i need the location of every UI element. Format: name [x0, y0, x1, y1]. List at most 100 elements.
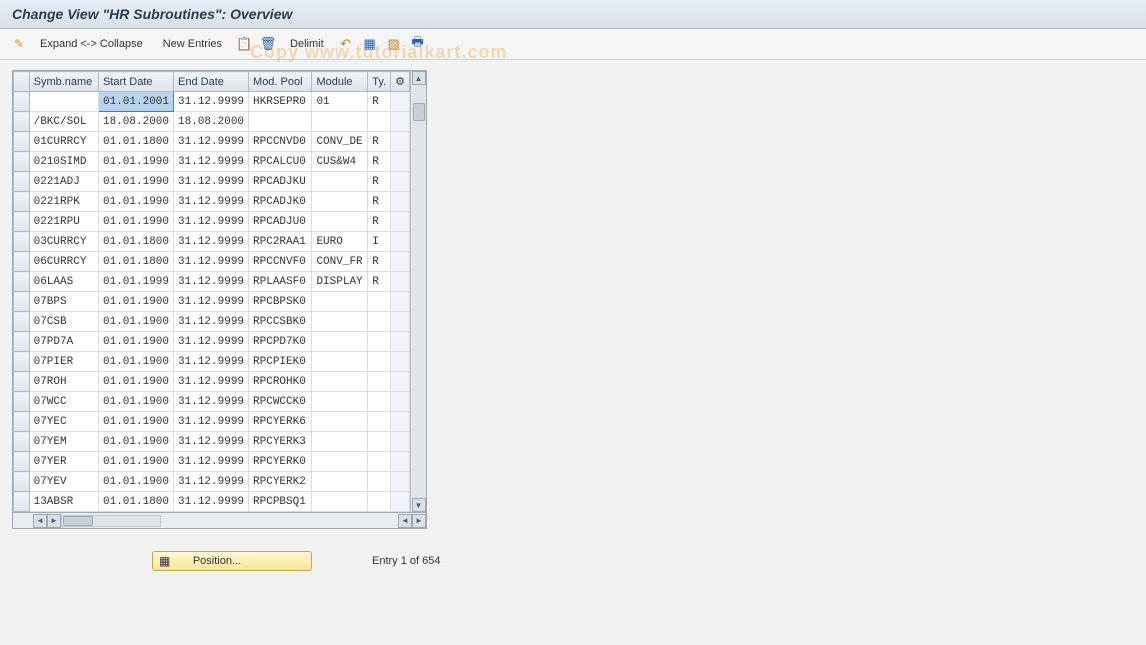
hscroll-track[interactable] — [61, 515, 161, 527]
row-selector[interactable] — [14, 352, 30, 372]
table-row[interactable]: 07WCC01.01.190031.12.9999RPCWCCK0 — [14, 392, 410, 412]
cell-type[interactable] — [368, 472, 391, 492]
vscroll-track[interactable] — [412, 85, 426, 498]
cell-end[interactable]: 31.12.9999 — [174, 272, 249, 292]
cell-mod-pool[interactable]: RPCADJKU — [249, 172, 312, 192]
deselect-all-icon[interactable]: ▧ — [384, 35, 404, 53]
cell-module[interactable] — [312, 372, 368, 392]
cell-module[interactable] — [312, 492, 368, 512]
cell-mod-pool[interactable]: RPCADJK0 — [249, 192, 312, 212]
cell-mod-pool[interactable]: HKRSEPR0 — [249, 92, 312, 112]
cell-start[interactable]: 01.01.1800 — [99, 132, 174, 152]
cell-type[interactable]: R — [368, 152, 391, 172]
cell-symb[interactable]: 07PIER — [29, 352, 98, 372]
table-row[interactable]: 07ROH01.01.190031.12.9999RPCROHK0 — [14, 372, 410, 392]
cell-symb[interactable]: 07YER — [29, 452, 98, 472]
cell-end[interactable]: 31.12.9999 — [174, 312, 249, 332]
cell-type[interactable] — [368, 312, 391, 332]
cell-module[interactable]: DISPLAY — [312, 272, 368, 292]
cell-mod-pool[interactable]: RPCCSBK0 — [249, 312, 312, 332]
row-selector[interactable] — [14, 492, 30, 512]
cell-mod-pool[interactable]: RPCYERK6 — [249, 412, 312, 432]
delete-icon[interactable]: 🗑 — [258, 35, 278, 53]
cell-type[interactable]: R — [368, 272, 391, 292]
table-row[interactable]: 06LAAS01.01.199931.12.9999RPLAASF0DISPLA… — [14, 272, 410, 292]
cell-end[interactable]: 31.12.9999 — [174, 132, 249, 152]
cell-mod-pool[interactable]: RPCROHK0 — [249, 372, 312, 392]
row-selector[interactable] — [14, 432, 30, 452]
cell-module[interactable] — [312, 192, 368, 212]
row-selector[interactable] — [14, 132, 30, 152]
cell-module[interactable] — [312, 332, 368, 352]
cell-mod-pool[interactable] — [249, 112, 312, 132]
cell-symb[interactable]: 07YEC — [29, 412, 98, 432]
cell-end[interactable]: 31.12.9999 — [174, 92, 249, 112]
cell-module[interactable] — [312, 472, 368, 492]
table-row[interactable]: /BKC/SOL18.08.200018.08.2000 — [14, 112, 410, 132]
cell-end[interactable]: 31.12.9999 — [174, 212, 249, 232]
table-row[interactable]: 07YEV01.01.190031.12.9999RPCYERK2 — [14, 472, 410, 492]
row-selector[interactable] — [14, 172, 30, 192]
row-selector[interactable] — [14, 252, 30, 272]
cell-module[interactable] — [312, 312, 368, 332]
row-selector[interactable] — [14, 152, 30, 172]
cell-end[interactable]: 31.12.9999 — [174, 232, 249, 252]
cell-end[interactable]: 31.12.9999 — [174, 492, 249, 512]
cell-start[interactable]: 01.01.1999 — [99, 272, 174, 292]
column-header-end[interactable]: End Date — [174, 72, 249, 92]
cell-start[interactable]: 01.01.1900 — [99, 392, 174, 412]
cell-end[interactable]: 31.12.9999 — [174, 432, 249, 452]
cell-start[interactable]: 01.01.1990 — [99, 212, 174, 232]
cell-start[interactable]: 01.01.1900 — [99, 372, 174, 392]
cell-mod-pool[interactable]: RPCCNVD0 — [249, 132, 312, 152]
cell-symb[interactable]: 13ABSR — [29, 492, 98, 512]
column-header-module[interactable]: Module — [312, 72, 368, 92]
cell-type[interactable] — [368, 452, 391, 472]
cell-end[interactable]: 31.12.9999 — [174, 472, 249, 492]
cell-mod-pool[interactable]: RPCALCU0 — [249, 152, 312, 172]
cell-module[interactable] — [312, 292, 368, 312]
cell-mod-pool[interactable]: RPCPBSQ1 — [249, 492, 312, 512]
cell-type[interactable]: R — [368, 92, 391, 112]
cell-end[interactable]: 31.12.9999 — [174, 392, 249, 412]
table-row[interactable]: 07YEM01.01.190031.12.9999RPCYERK3 — [14, 432, 410, 452]
cell-start[interactable]: 01.01.1990 — [99, 172, 174, 192]
cell-start[interactable]: 01.01.1800 — [99, 492, 174, 512]
select-all-header[interactable] — [14, 72, 30, 92]
row-selector[interactable] — [14, 92, 30, 112]
table-row[interactable]: 03CURRCY01.01.180031.12.9999RPC2RAA1EURO… — [14, 232, 410, 252]
cell-module[interactable] — [312, 432, 368, 452]
table-row[interactable]: 0221RPU01.01.199031.12.9999RPCADJU0R — [14, 212, 410, 232]
cell-start[interactable]: 01.01.2001 — [99, 92, 174, 112]
edit-icon[interactable]: ✎ — [10, 35, 28, 53]
cell-symb[interactable]: 0221ADJ — [29, 172, 98, 192]
cell-type[interactable] — [368, 392, 391, 412]
expand-collapse-button[interactable]: Expand <-> Collapse — [32, 36, 151, 52]
cell-mod-pool[interactable]: RPCBPSK0 — [249, 292, 312, 312]
cell-type[interactable]: I — [368, 232, 391, 252]
table-row[interactable]: 06CURRCY01.01.180031.12.9999RPCCNVF0CONV… — [14, 252, 410, 272]
cell-module[interactable] — [312, 352, 368, 372]
cell-module[interactable] — [312, 212, 368, 232]
cell-type[interactable] — [368, 412, 391, 432]
row-selector[interactable] — [14, 412, 30, 432]
cell-start[interactable]: 01.01.1900 — [99, 352, 174, 372]
scroll-down-icon[interactable]: ▼ — [412, 498, 426, 512]
cell-end[interactable]: 31.12.9999 — [174, 372, 249, 392]
cell-mod-pool[interactable]: RPC2RAA1 — [249, 232, 312, 252]
row-selector[interactable] — [14, 472, 30, 492]
delimit-button[interactable]: Delimit — [282, 36, 332, 52]
cell-type[interactable]: R — [368, 172, 391, 192]
undo-icon[interactable]: ↶ — [336, 35, 356, 53]
table-row[interactable]: 07YER01.01.190031.12.9999RPCYERK0 — [14, 452, 410, 472]
cell-mod-pool[interactable]: RPCYERK2 — [249, 472, 312, 492]
cell-mod-pool[interactable]: RPCADJU0 — [249, 212, 312, 232]
cell-mod-pool[interactable]: RPCYERK3 — [249, 432, 312, 452]
cell-symb[interactable]: 01CURRCY — [29, 132, 98, 152]
row-selector[interactable] — [14, 232, 30, 252]
cell-symb[interactable]: 03CURRCY — [29, 232, 98, 252]
cell-module[interactable] — [312, 172, 368, 192]
scroll-left-end-icon[interactable]: ◄ — [398, 514, 412, 528]
cell-symb[interactable]: 0221RPK — [29, 192, 98, 212]
cell-start[interactable]: 01.01.1900 — [99, 312, 174, 332]
